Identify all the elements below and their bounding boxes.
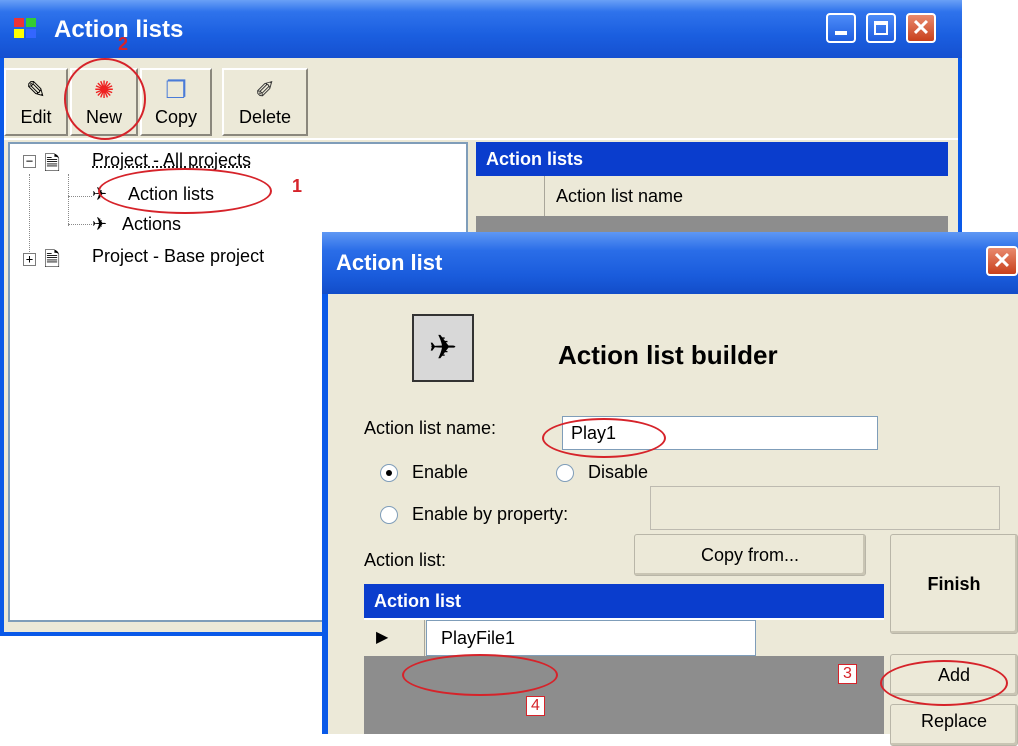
close-icon: ✕: [911, 15, 931, 40]
tree-item-actions[interactable]: Actions: [122, 214, 181, 235]
annotation-number-1: 1: [292, 176, 303, 196]
close-button[interactable]: ✕: [906, 13, 936, 43]
project-icon: 🗎: [44, 249, 61, 271]
maximize-icon: [874, 21, 888, 35]
minimize-icon: [835, 31, 847, 35]
annotation-number-2: 2: [118, 34, 129, 54]
tree-collapse-toggle[interactable]: −: [23, 155, 36, 168]
annotation-circle-new: [64, 58, 146, 140]
column-header-action-list-name[interactable]: Action list name: [556, 186, 683, 207]
tree-expand-toggle[interactable]: +: [23, 253, 36, 266]
toolbar-divider: [4, 138, 958, 140]
enable-by-property-radio[interactable]: [380, 506, 398, 524]
edit-icon: ✎: [25, 77, 47, 104]
tree-line: [68, 196, 92, 197]
tree-line: [68, 224, 92, 225]
delete-button[interactable]: ✐ Delete: [222, 68, 308, 136]
delete-icon: ✐: [254, 77, 276, 104]
action-list-label: Action list:: [364, 550, 447, 570]
disable-radio-label[interactable]: Disable: [588, 462, 648, 483]
copy-icon: ❐: [165, 77, 187, 104]
current-row-arrow-icon: ▶: [376, 629, 389, 646]
app-icon: [14, 18, 38, 40]
action-list-grid-caption: Action list: [364, 584, 884, 618]
replace-button[interactable]: Replace: [890, 704, 1018, 746]
annotation-circle-playfile: [402, 654, 558, 696]
dialog-title: Action list: [336, 250, 443, 275]
tree-item-base-project[interactable]: Project - Base project: [92, 246, 264, 267]
row-header-cell: [476, 176, 545, 216]
finish-button[interactable]: Finish: [890, 534, 1018, 634]
copy-from-button[interactable]: Copy from...: [634, 534, 866, 576]
close-icon: ✕: [992, 248, 1012, 273]
action-list-builder-icon: ✈: [412, 314, 474, 382]
minimize-button[interactable]: [826, 13, 856, 43]
tree-line: [29, 174, 30, 258]
main-title-bar[interactable]: Action lists ✕: [0, 0, 962, 58]
enable-by-property-label[interactable]: Enable by property:: [412, 504, 568, 525]
tree-line: [68, 174, 69, 226]
dialog-heading: Action list builder: [558, 340, 778, 370]
enable-radio[interactable]: [380, 464, 398, 482]
disable-radio[interactable]: [556, 464, 574, 482]
copy-button[interactable]: ❐ Copy: [140, 68, 212, 136]
property-input[interactable]: [650, 486, 1000, 530]
action-list-name-label: Action list name:: [364, 418, 497, 438]
annotation-circle-action-lists: [98, 168, 272, 214]
maximize-button[interactable]: [866, 13, 896, 43]
dialog-close-button[interactable]: ✕: [986, 246, 1018, 276]
row-header-cell: ▶: [364, 620, 425, 656]
table-row[interactable]: ▶ PlayFile1: [364, 620, 884, 656]
annotation-number-4: 4: [526, 696, 545, 716]
edit-button[interactable]: ✎ Edit: [4, 68, 68, 136]
dialog-title-bar[interactable]: Action list ✕: [322, 232, 1018, 294]
enable-radio-label[interactable]: Enable: [412, 462, 468, 483]
grid-caption: Action lists: [476, 142, 948, 176]
project-icon: 🗎: [44, 153, 61, 175]
actions-icon: ✈: [92, 214, 108, 234]
annotation-circle-name: [542, 418, 666, 458]
action-name-cell[interactable]: PlayFile1: [426, 620, 756, 656]
annotation-circle-add: [880, 660, 1008, 706]
grid-column-header-row: Action list name: [476, 176, 948, 216]
annotation-number-3: 3: [838, 664, 857, 684]
